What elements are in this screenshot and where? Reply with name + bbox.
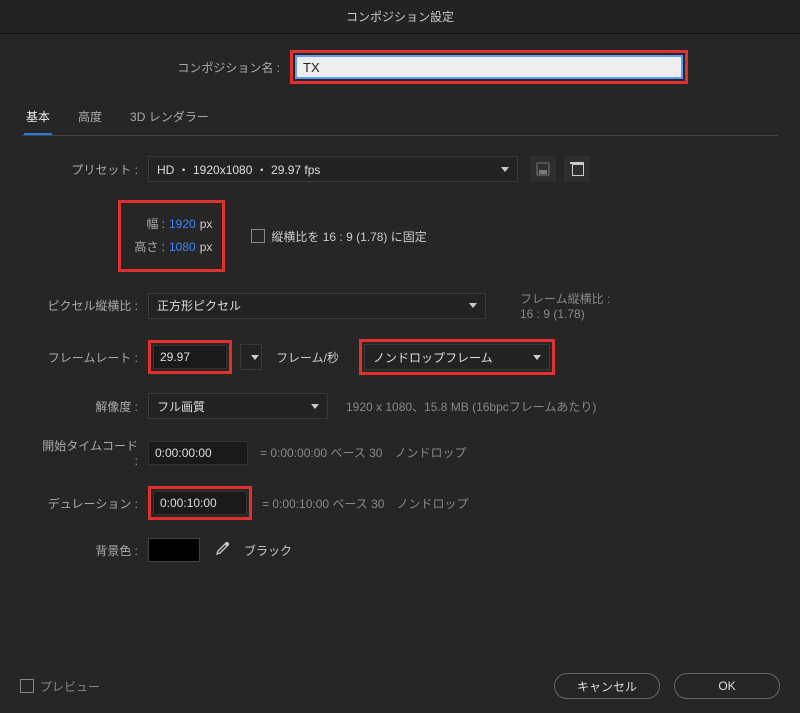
lock-ratio-label: 縦横比を 16 : 9 (1.78) に固定 [271,228,426,245]
dropframe-select[interactable]: ノンドロップフレーム [364,344,550,370]
chevron-down-icon [501,167,509,172]
resolution-info: 1920 x 1080、15.8 MB (16bpcフレームあたり) [346,398,596,415]
eyedropper-icon[interactable] [212,541,230,559]
dimensions-highlight: 幅 : 1920 px 高さ : 1080 px [118,200,225,272]
resolution-select[interactable]: フル画質 [148,393,328,419]
ok-button[interactable]: OK [674,673,780,699]
start-tc-info: = 0:00:00:00 ベース 30 ノンドロップ [260,444,466,461]
preset-label: プリセット : [36,161,148,178]
tab-advanced[interactable]: 高度 [76,102,104,135]
height-suffix: px [200,240,213,254]
dropframe-value: ノンドロップフレーム [373,349,493,366]
comp-name-label: コンポジション名 : [22,59,290,76]
preview-checkbox[interactable] [20,679,34,693]
cancel-button[interactable]: キャンセル [554,673,660,699]
preset-select[interactable]: HD ・ 1920x1080 ・ 29.97 fps [148,156,518,182]
title-text: コンポジション設定 [346,8,454,25]
chevron-down-icon [469,303,477,308]
far-label: フレーム縦横比 : [520,290,610,307]
width-suffix: px [200,217,213,231]
tabs: 基本 高度 3D レンダラー [22,102,778,136]
width-value[interactable]: 1920 [169,217,196,231]
lock-ratio-checkbox[interactable] [251,229,265,243]
framerate-input[interactable] [153,345,227,369]
comp-name-input[interactable] [295,55,683,79]
framerate-suffix: フレーム/秒 [276,349,339,366]
framerate-label: フレームレート : [36,349,148,366]
delete-preset-button[interactable] [564,156,590,182]
width-label: 幅 : [131,215,169,232]
start-tc-input[interactable] [148,441,248,465]
duration-input[interactable] [153,491,247,515]
height-label: 高さ : [131,238,169,255]
resolution-label: 解像度 : [36,398,148,415]
bgcolor-swatch[interactable] [148,538,200,562]
chevron-down-icon [251,355,259,360]
chevron-down-icon [533,355,541,360]
par-label: ピクセル縦横比 : [36,297,148,314]
far-value: 16 : 9 (1.78) [520,307,610,321]
tab-renderer[interactable]: 3D レンダラー [128,102,211,135]
par-select[interactable]: 正方形ピクセル [148,293,486,319]
preview-label: プレビュー [40,678,100,695]
titlebar: コンポジション設定 [0,0,800,34]
bgcolor-name: ブラック [244,542,292,559]
preset-value: HD ・ 1920x1080 ・ 29.97 fps [157,161,320,178]
save-icon [536,162,550,176]
duration-label: デュレーション : [36,495,148,512]
tab-basic[interactable]: 基本 [24,102,52,135]
trash-icon [570,162,584,176]
start-tc-label: 開始タイムコード : [36,437,148,468]
par-value: 正方形ピクセル [157,297,241,314]
framerate-dropdown[interactable] [240,344,262,370]
bgcolor-label: 背景色 : [36,542,148,559]
resolution-value: フル画質 [157,398,205,415]
height-value[interactable]: 1080 [169,240,196,254]
chevron-down-icon [311,404,319,409]
save-preset-button[interactable] [530,156,556,182]
duration-info: = 0:00:10:00 ベース 30 ノンドロップ [262,495,468,512]
